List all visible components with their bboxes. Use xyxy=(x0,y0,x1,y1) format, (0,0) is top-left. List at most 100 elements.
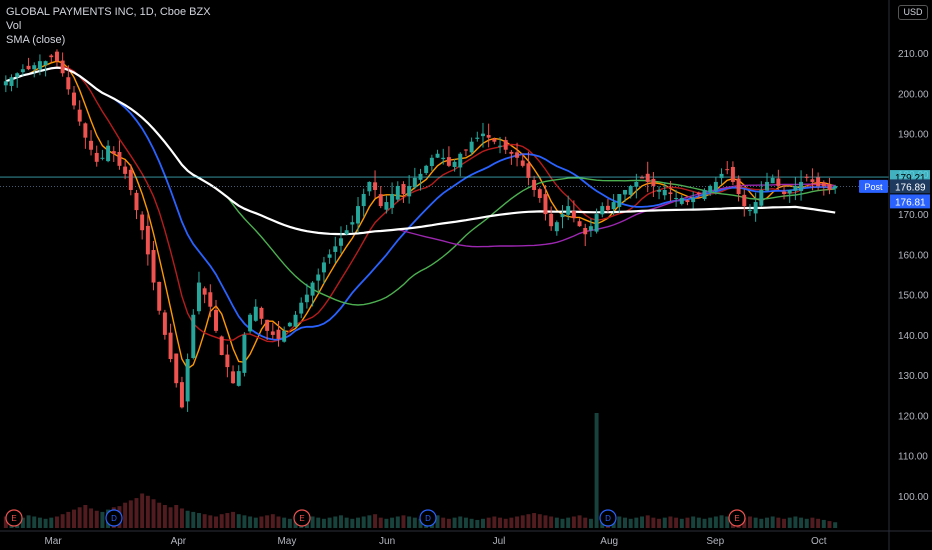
volume-bar xyxy=(827,521,832,528)
volume-bar xyxy=(134,498,139,528)
dividend-marker[interactable]: D xyxy=(599,509,617,527)
volume-bar xyxy=(208,515,213,528)
candle-body xyxy=(15,73,20,78)
volume-bar xyxy=(537,514,542,528)
candle-body xyxy=(691,198,696,203)
volume-bar xyxy=(657,518,662,528)
volume-bar xyxy=(747,516,752,528)
earnings-marker[interactable]: E xyxy=(293,509,311,527)
candle-body xyxy=(310,282,315,296)
candle-body xyxy=(299,302,304,314)
volume-bar xyxy=(520,515,525,528)
volume-indicator-label[interactable]: Vol xyxy=(6,19,211,33)
candle-body xyxy=(37,61,42,70)
volume-bar xyxy=(384,518,389,528)
candle-body xyxy=(214,309,218,331)
candle-body xyxy=(520,160,525,166)
volume-bar xyxy=(168,507,173,528)
candle-body xyxy=(793,185,798,191)
volume-bar xyxy=(202,514,207,528)
volume-bar xyxy=(248,516,253,528)
candle-body xyxy=(600,206,605,215)
y-tick-label: 140.00 xyxy=(898,331,929,342)
candle-body xyxy=(736,178,741,195)
dividend-marker[interactable]: D xyxy=(419,509,437,527)
volume-bar xyxy=(321,518,326,528)
candle-body xyxy=(179,382,184,408)
volume-bar xyxy=(674,517,679,528)
y-tick-label: 190.00 xyxy=(898,130,929,141)
volume-bar xyxy=(469,518,474,528)
candle-body xyxy=(395,185,400,200)
volume-bar xyxy=(566,517,571,528)
earnings-marker[interactable]: E xyxy=(728,509,746,527)
volume-bar xyxy=(708,517,713,528)
candle-body xyxy=(685,200,690,203)
candle-body xyxy=(759,189,764,206)
volume-bar xyxy=(543,515,548,528)
candle-body xyxy=(537,189,542,199)
x-tick-label: Jun xyxy=(379,536,395,547)
candle-body xyxy=(611,202,616,210)
volume-bar xyxy=(282,517,287,528)
x-tick-label: May xyxy=(277,536,296,547)
price-chart[interactable]: 210.00200.00190.00180.00170.00160.00150.… xyxy=(0,0,932,550)
currency-button[interactable]: USD xyxy=(898,5,928,20)
volume-bar xyxy=(253,517,258,528)
volume-bar xyxy=(316,517,321,528)
event-label: E xyxy=(734,514,739,523)
chart-legend: GLOBAL PAYMENTS INC, 1D, Cboe BZX Vol SM… xyxy=(6,5,211,47)
candle-body xyxy=(77,109,82,122)
candle-body xyxy=(54,51,59,62)
candle-body xyxy=(753,202,758,214)
candle-body xyxy=(787,189,792,194)
volume-bar xyxy=(128,500,133,528)
y-tick-label: 150.00 xyxy=(898,291,929,302)
volume-bar xyxy=(83,505,88,528)
x-tick-label: Aug xyxy=(600,536,618,547)
candle-body xyxy=(645,173,650,182)
volume-bar xyxy=(793,516,798,528)
event-label: E xyxy=(11,514,16,523)
candle-body xyxy=(162,312,167,335)
candle-body xyxy=(469,141,474,153)
volume-bar xyxy=(191,511,196,528)
candle-body xyxy=(3,81,8,86)
x-axis[interactable]: Mar Apr May Jun Jul Aug Sep Oct xyxy=(0,530,932,547)
volume-bar xyxy=(350,518,355,528)
volume-bar xyxy=(651,517,656,528)
y-axis[interactable]: 210.00200.00190.00180.00170.00160.00150.… xyxy=(888,0,929,550)
x-tick-label: Sep xyxy=(706,536,724,547)
x-tick-label: Jul xyxy=(493,536,506,547)
candle-body xyxy=(259,307,264,319)
volume-bar xyxy=(753,517,758,528)
candle-body xyxy=(696,192,701,195)
candle-body xyxy=(26,65,31,70)
candle-body xyxy=(174,353,179,384)
volume-bar xyxy=(338,515,343,528)
candle-body xyxy=(640,177,645,179)
volume-bar xyxy=(361,516,366,528)
candle-body xyxy=(293,314,298,327)
earnings-marker[interactable]: E xyxy=(5,509,23,527)
volume-bar xyxy=(37,517,42,528)
candle-body xyxy=(327,254,332,258)
candle-body xyxy=(509,151,514,154)
volume-bar xyxy=(287,518,292,528)
candle-body xyxy=(89,140,94,150)
volume-bar xyxy=(174,505,179,528)
candle-body xyxy=(458,153,463,168)
candle-body xyxy=(526,163,531,178)
volume-bar xyxy=(123,502,128,528)
symbol-title[interactable]: GLOBAL PAYMENTS INC, 1D, Cboe BZX xyxy=(6,5,211,19)
sma-indicator-label[interactable]: SMA (close) xyxy=(6,33,211,47)
candle-body xyxy=(100,157,105,159)
y-tick-label: 130.00 xyxy=(898,371,929,382)
candle-body xyxy=(367,181,372,192)
candle-body xyxy=(424,165,429,174)
candle-body xyxy=(157,281,162,311)
candle-body xyxy=(304,294,309,303)
candle-body xyxy=(128,169,133,190)
volume-bar xyxy=(100,511,105,528)
dividend-marker[interactable]: D xyxy=(105,509,123,527)
